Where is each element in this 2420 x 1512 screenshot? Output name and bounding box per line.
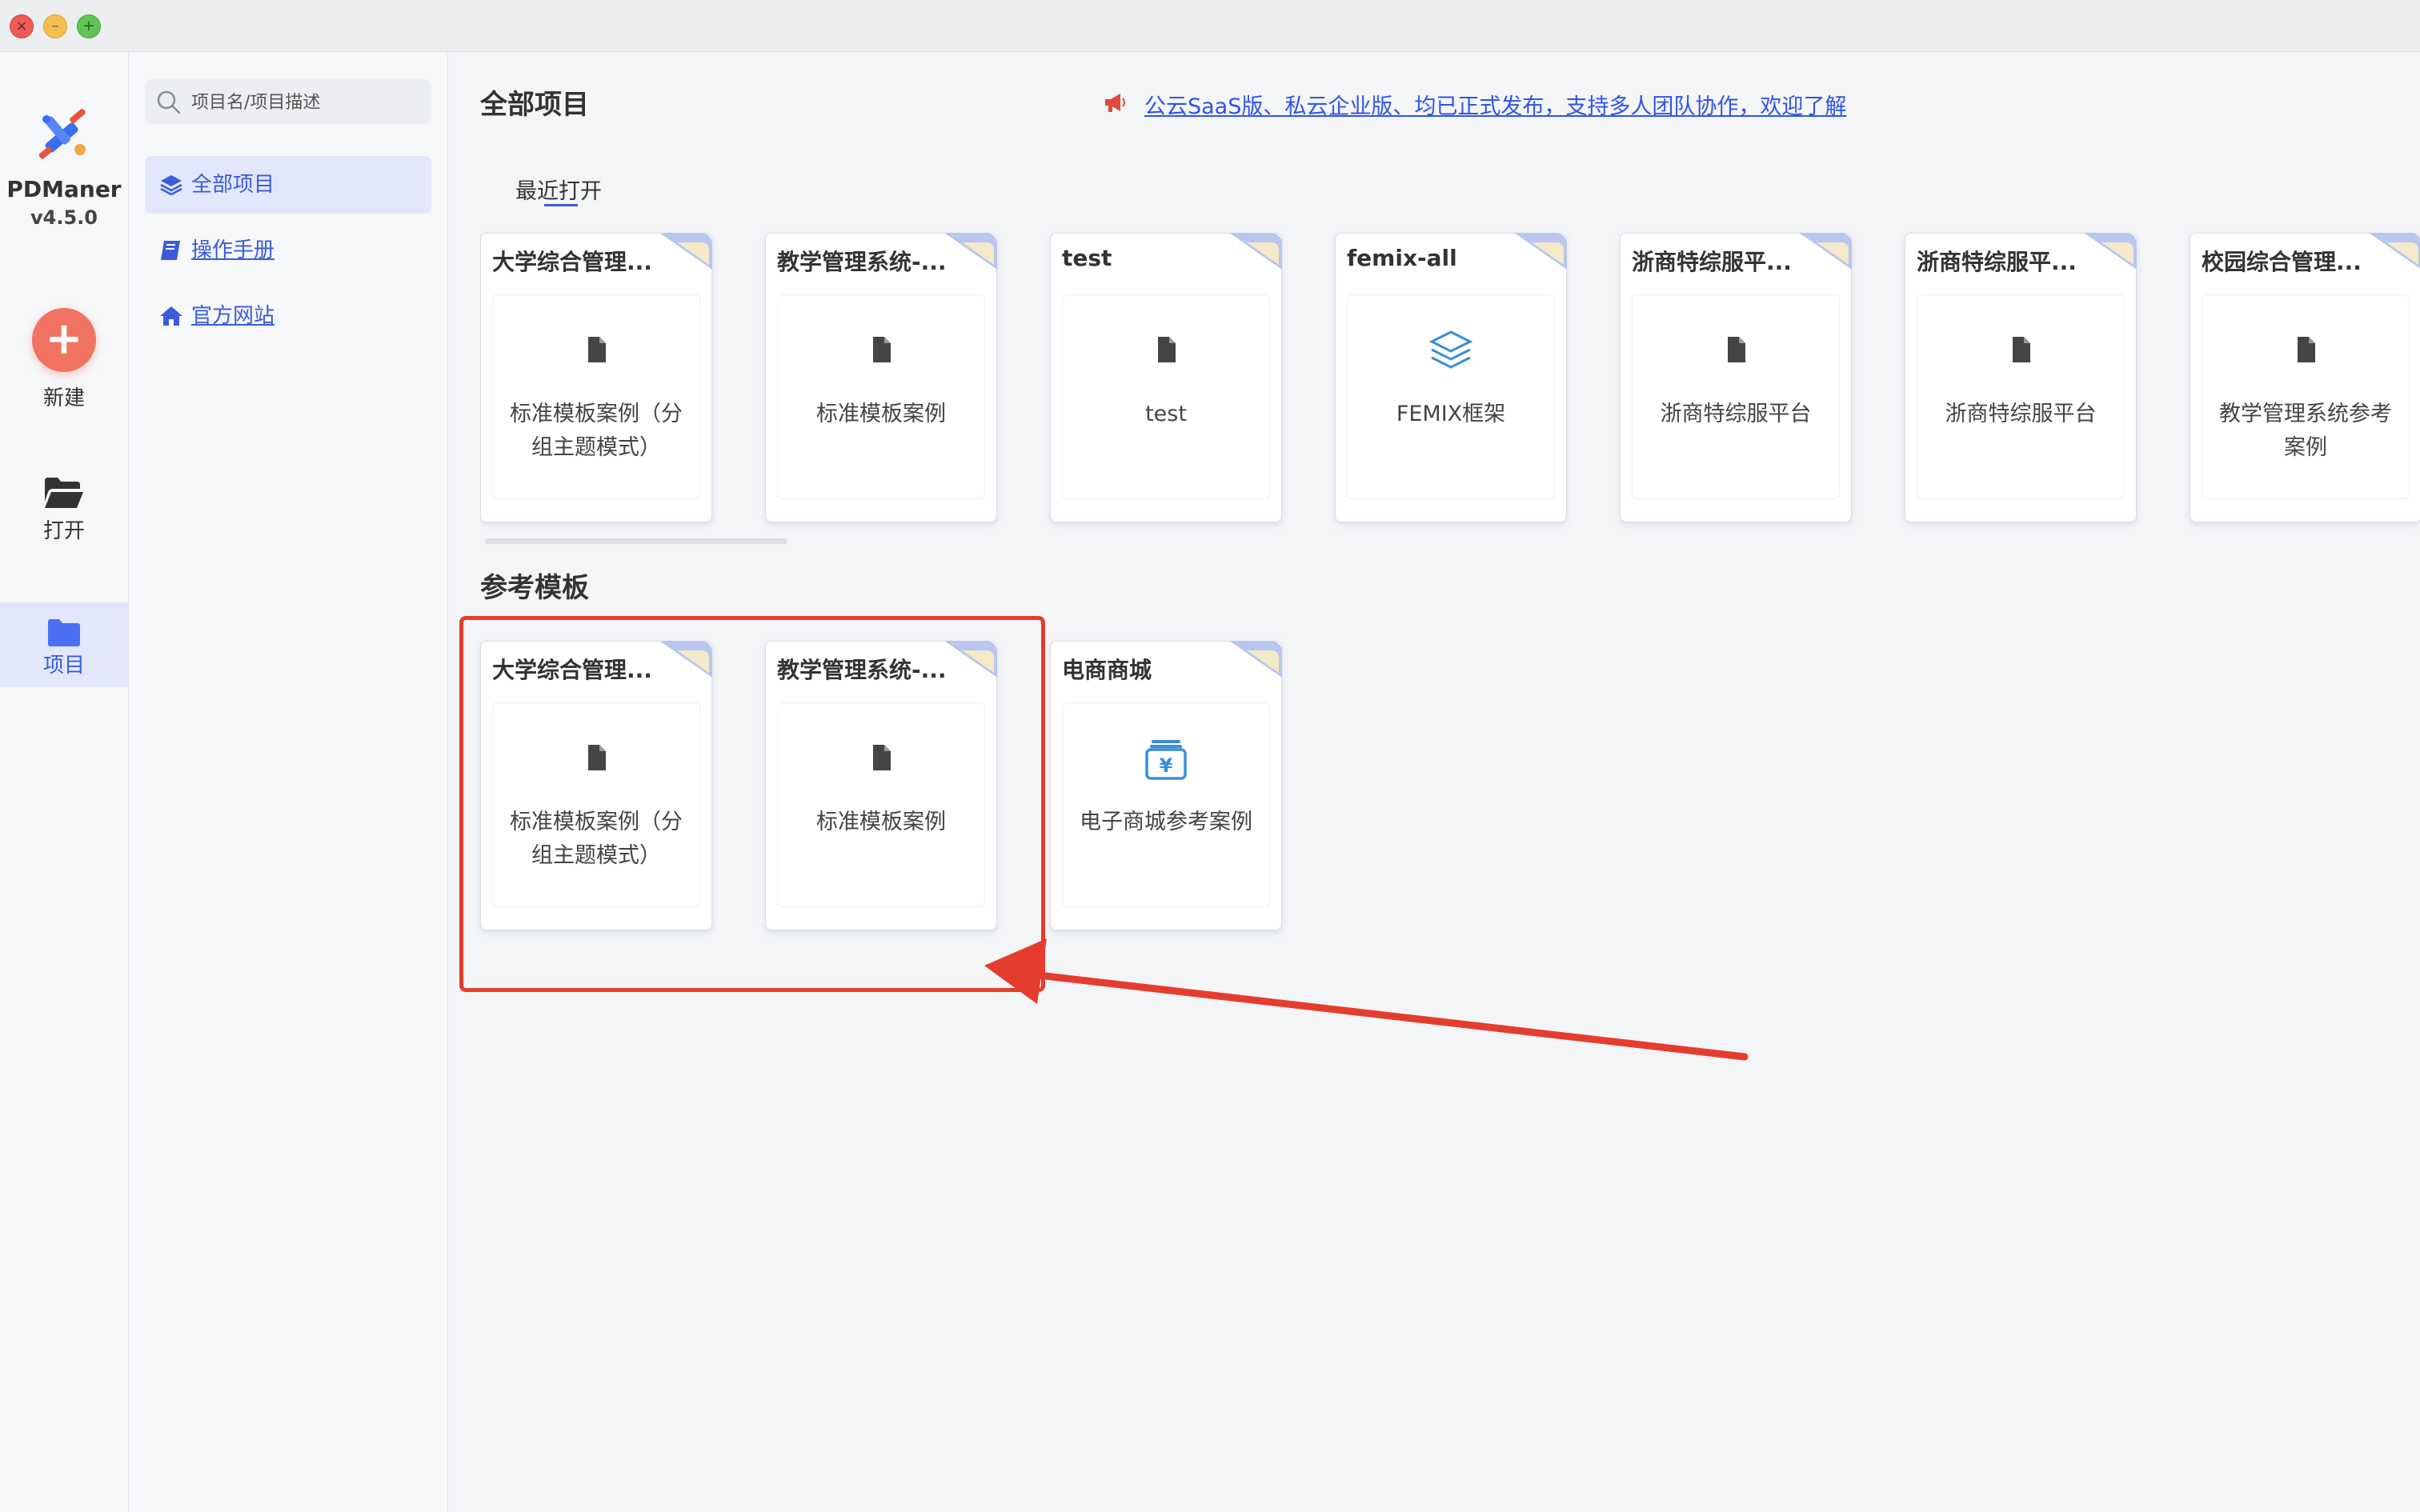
app-version: v4.5.0 [30,206,98,229]
card-body: 标准模板案例（分组主题模式） [492,294,700,499]
project-sidebar: 全部项目 操作手册 官方网站 [129,52,448,1512]
recent-project-card[interactable]: 教学管理系统-... 标准模板案例 [765,233,997,522]
template-card[interactable]: 电商商城 ¥ 电子商城参考案例 [1050,641,1282,930]
card-body: ¥ 电子商城参考案例 [1062,702,1270,907]
file-icon [1728,337,1745,362]
file-icon [2298,337,2315,362]
plus-icon: + [45,313,83,365]
new-project-button[interactable]: + [32,308,96,372]
window-titlebar: × – + [0,0,2420,52]
card-corner-fold [1229,641,1282,678]
card-corner-fold [1799,233,1852,270]
sidebar-item-manual[interactable]: 操作手册 [145,222,431,279]
card-title: test [1062,245,1112,271]
card-corner-fold [659,233,712,270]
sidebar-item-label: 官方网站 [191,304,275,328]
card-description: 标准模板案例（分组主题模式） [510,402,683,460]
templates-title: 参考模板 [480,572,589,604]
open-project-label[interactable]: 打开 [0,514,128,544]
nav-item-project[interactable]: 项目 [0,602,128,687]
card-body: test [1062,294,1270,499]
card-description: FEMIX框架 [1396,402,1506,426]
sidebar-item-label: 操作手册 [191,238,275,262]
card-body: FEMIX框架 [1347,294,1555,499]
recent-title: 最近打开 [515,179,602,204]
card-body: 浙商特综服平台 [1632,294,1840,499]
card-body: 教学管理系统参考案例 [2202,294,2410,499]
file-icon [588,337,606,362]
book-icon [161,241,180,260]
card-description: 浙商特综服平台 [1945,402,2097,426]
file-icon [1158,337,1176,362]
card-corner-fold [2369,233,2420,269]
card-description: 教学管理系统参考案例 [2219,402,2392,460]
card-body: 标准模板案例 [777,294,985,499]
card-corner-fold [1514,233,1567,270]
sidebar-item-all-projects[interactable]: 全部项目 [145,156,431,214]
layers-icon [160,175,182,196]
pdmaner-logo-icon [38,109,86,159]
card-corner-fold [2084,233,2137,270]
recent-projects-row: 大学综合管理... 标准模板案例（分组主题模式） 教学管理系统-... 标准模板… [480,220,2420,572]
recent-project-card[interactable]: 大学综合管理... 标准模板案例（分组主题模式） [480,233,712,522]
file-icon [873,337,891,362]
recent-project-card[interactable]: 校园综合管理... 教学管理系统参考案例 [2190,233,2420,522]
search-box[interactable] [145,79,431,124]
card-title: 浙商特综服平... [1917,249,2077,275]
recent-project-card[interactable]: femix-all FEMIX框架 [1335,233,1567,522]
recent-horizontal-scrollbar[interactable] [485,538,787,544]
file-icon [2013,337,2030,362]
recent-project-card[interactable]: test test [1050,233,1282,522]
window-minimize-button[interactable]: – [43,14,67,38]
card-description: 浙商特综服平台 [1660,402,1812,426]
announcement-link[interactable]: 公云SaaS版、私云企业版、均已正式发布，支持多人团队协作，欢迎了解 [1144,89,1846,120]
folder-icon [48,619,80,646]
sidebar-item-label: 全部项目 [191,173,275,197]
main-content: 全部项目 公云SaaS版、私云企业版、均已正式发布，支持多人团队协作，欢迎了解 … [448,52,2420,1512]
sidebar-item-website[interactable]: 官方网站 [145,287,431,345]
recent-project-card[interactable]: 浙商特综服平... 浙商特综服平台 [1620,233,1852,522]
window-zoom-button[interactable]: + [77,14,101,38]
annotation-highlight-box [459,616,1045,992]
home-icon [160,306,182,326]
recent-project-card[interactable]: 浙商特综服平... 浙商特综服平台 [1905,233,2137,522]
window-close-button[interactable]: × [10,14,34,38]
search-icon [157,90,181,114]
zoom-icon: + [82,18,95,34]
card-title: 校园综合管理... [2202,249,2362,275]
new-project-label[interactable]: 新建 [0,382,128,411]
card-body: 浙商特综服平台 [1917,294,2125,499]
card-description: 标准模板案例 [816,402,946,426]
card-corner-fold [1229,233,1282,270]
app-name: PDManer [6,176,122,202]
card-title: 电商商城 [1062,657,1152,683]
nav-item-project-label: 项目 [42,654,85,678]
card-description: test [1145,402,1187,426]
card-corner-fold [944,233,997,270]
card-title: femix-all [1347,245,1457,271]
left-nav: PDManer v4.5.0 + 新建 打开 项目 [0,52,129,1512]
svg-text:¥: ¥ [1160,754,1173,777]
card-description: 电子商城参考案例 [1080,810,1252,834]
card-title: 教学管理系统-... [777,249,947,275]
page-title: 全部项目 [480,89,589,121]
card-title: 大学综合管理... [492,249,652,275]
card-title: 浙商特综服平... [1632,249,1792,275]
megaphone-icon [1105,94,1125,112]
layers-icon [1428,330,1473,369]
minimize-icon: – [51,18,59,34]
folder-open-icon[interactable] [43,476,85,511]
recent-title-underline [544,204,578,206]
search-input[interactable] [190,86,425,119]
close-icon: × [15,18,28,34]
cash-register-icon: ¥ [1145,740,1187,780]
